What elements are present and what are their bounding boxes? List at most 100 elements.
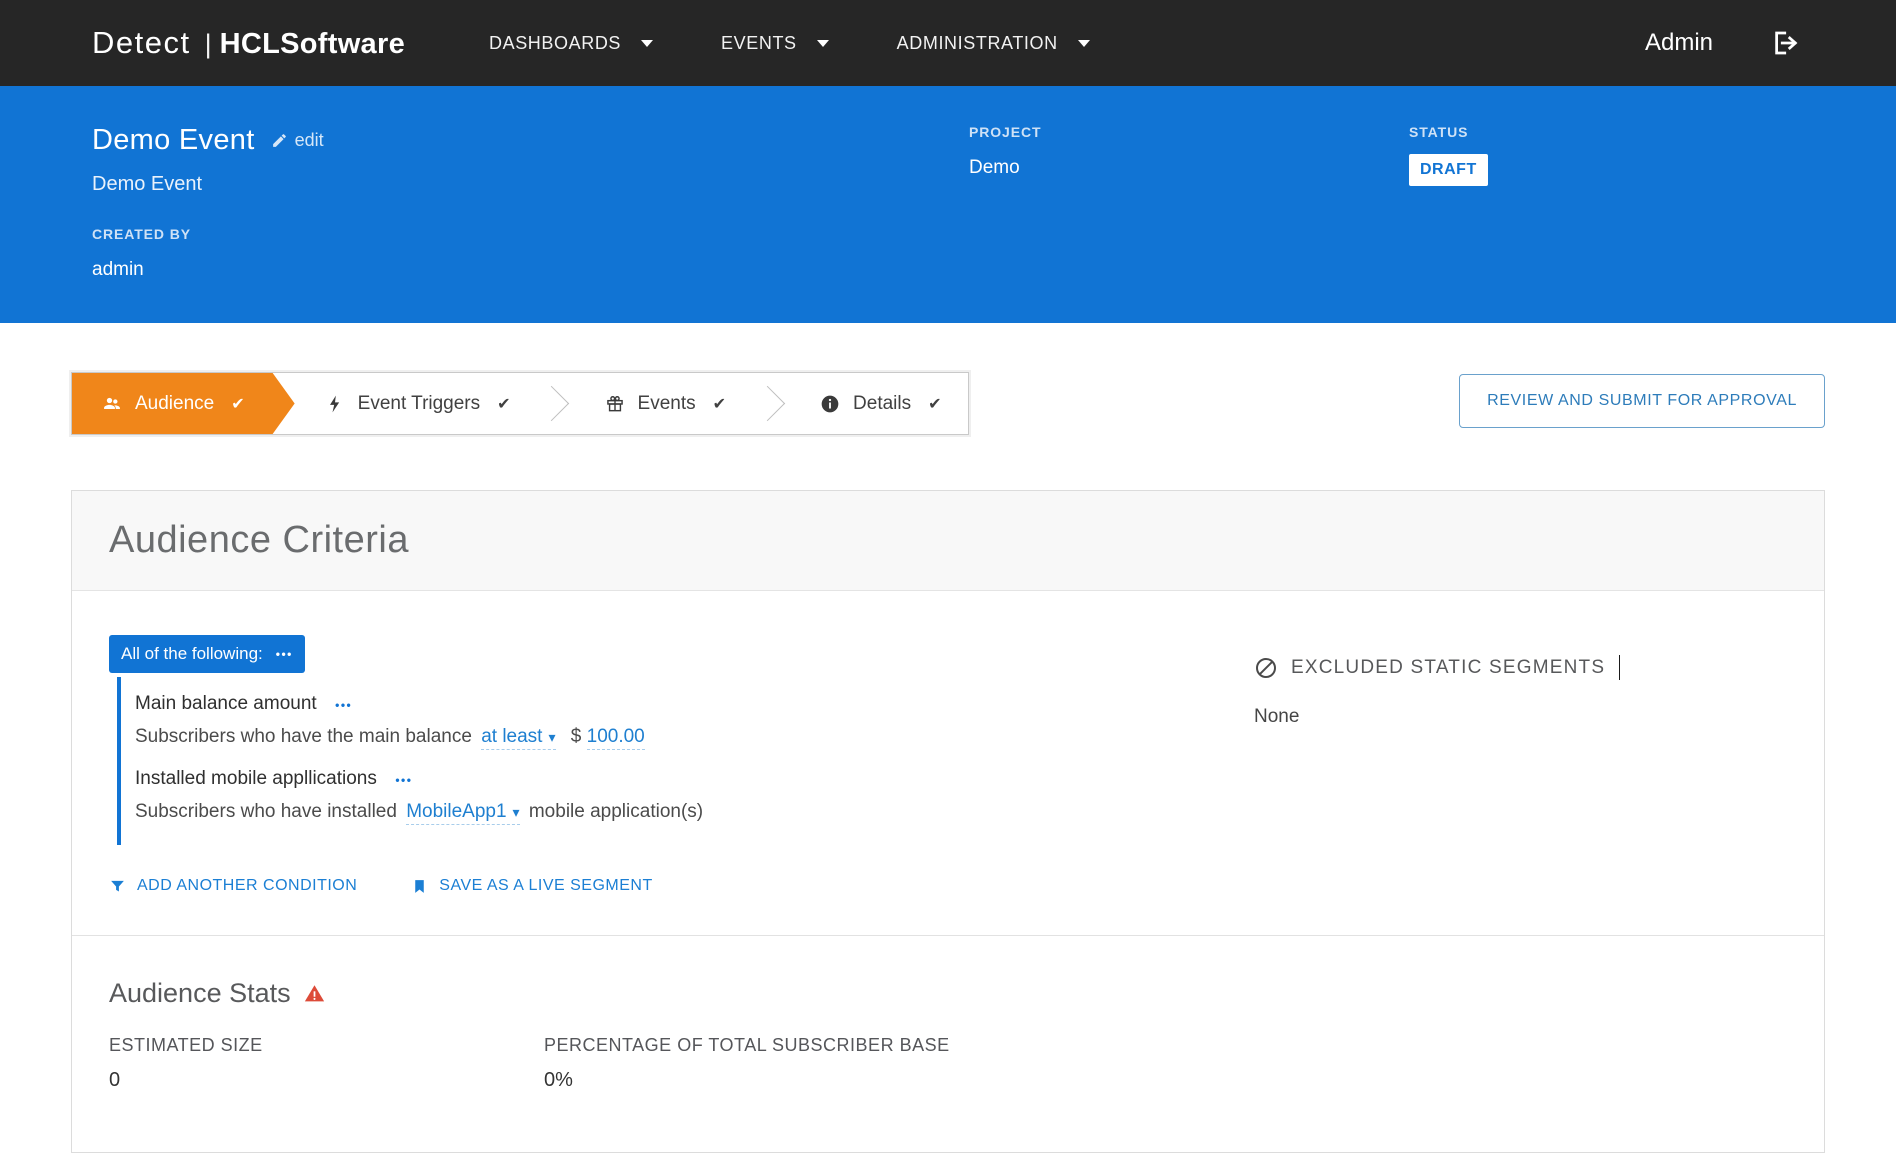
nav-administration[interactable]: ADMINISTRATION [863,33,1124,54]
check-icon: ✔ [497,394,510,414]
check-icon: ✔ [928,394,941,414]
created-by-label: CREATED BY [92,226,969,242]
created-by-value: admin [92,259,969,281]
more-options-icon[interactable]: ••• [335,698,352,712]
status-label: STATUS [1409,124,1488,140]
chevron-down-icon [1078,40,1090,47]
audience-card: Audience Criteria All of the following: … [71,490,1825,1153]
info-icon [820,394,840,414]
group-label: All of the following: [121,644,263,664]
top-navbar: Detect | HCLSoftware DASHBOARDS EVENTS A… [0,0,1896,86]
nav-events-label: EVENTS [721,33,797,54]
criteria-builder: All of the following: ••• Main balance a… [109,635,1254,935]
currency-symbol: $ [571,726,582,747]
filter-icon [109,878,126,895]
nav-events[interactable]: EVENTS [687,33,863,54]
wizard-toolbar: Audience ✔ Event Triggers ✔ [71,372,1825,435]
brand-separator: | [205,29,212,60]
check-icon: ✔ [713,394,726,414]
event-subtitle: Demo Event [92,173,969,196]
chevron-down-icon: ▾ [548,729,555,745]
brand-logo[interactable]: Detect | HCLSoftware [92,25,405,61]
condition-text-before: Subscribers who have the main balance [135,726,472,747]
step-separator-icon [537,373,579,434]
tab-details-label: Details [853,393,911,415]
edit-label: edit [295,130,324,151]
status-block: STATUS DRAFT [1409,124,1488,323]
estimated-size-value: 0 [109,1069,544,1092]
save-live-segment-label: SAVE AS A LIVE SEGMENT [439,877,652,895]
review-submit-button[interactable]: REVIEW AND SUBMIT FOR APPROVAL [1459,374,1825,428]
audience-stats-section: Audience Stats ESTIMATED SIZE 0 PERCENTA… [72,935,1824,1152]
main-nav: DASHBOARDS EVENTS ADMINISTRATION [455,33,1124,54]
more-options-icon[interactable]: ••• [276,647,293,661]
wizard-steps: Audience ✔ Event Triggers ✔ [71,372,969,435]
excluded-segments-panel: EXCLUDED STATIC SEGMENTS None [1254,635,1787,935]
chevron-down-icon: ▾ [513,804,520,820]
logout-icon[interactable] [1771,28,1801,58]
tab-events-label: Events [638,393,696,415]
tab-details[interactable]: Details ✔ [794,373,967,434]
navbar-right: Admin [1645,28,1801,58]
condition-text-before: Subscribers who have installed [135,801,397,822]
tab-event-triggers-label: Event Triggers [358,393,481,415]
app-dropdown[interactable]: MobileApp1▾ [406,801,519,825]
page-title: Demo Event [92,124,255,157]
percentage-stat: PERCENTAGE OF TOTAL SUBSCRIBER BASE 0% [544,1035,950,1092]
project-label: PROJECT [969,124,1409,140]
percentage-value: 0% [544,1069,950,1092]
condition-sentence: Subscribers who have installed MobileApp… [135,801,1254,823]
condition-row: Installed mobile appllications ••• Subsc… [135,768,1254,823]
excluded-segments-value: None [1254,706,1787,728]
brand-company: HCLSoftware [220,28,405,61]
event-header: Demo Event edit Demo Event CREATED BY ad… [0,86,1896,323]
nav-dashboards-label: DASHBOARDS [489,33,621,54]
text-cursor [1619,655,1620,680]
percentage-label: PERCENTAGE OF TOTAL SUBSCRIBER BASE [544,1035,950,1056]
amount-value[interactable]: 100.00 [587,726,645,750]
pencil-icon [271,132,288,149]
gift-icon [605,394,625,414]
condition-row: Main balance amount ••• Subscribers who … [135,693,1254,748]
bookmark-icon [411,878,428,895]
tab-event-triggers[interactable]: Event Triggers ✔ [299,373,537,434]
project-value: Demo [969,157,1409,179]
save-live-segment-button[interactable]: SAVE AS A LIVE SEGMENT [411,877,652,895]
condition-text-after: mobile application(s) [529,801,703,822]
condition-sentence: Subscribers who have the main balance at… [135,726,1254,748]
tab-events[interactable]: Events ✔ [579,373,753,434]
event-title-block: Demo Event edit Demo Event CREATED BY ad… [92,124,969,323]
brand-detect: Detect [92,25,191,61]
condition-name: Main balance amount [135,693,317,714]
condition-group-chip[interactable]: All of the following: ••• [109,635,305,673]
condition-list: Main balance amount ••• Subscribers who … [117,677,1254,845]
estimated-size-stat: ESTIMATED SIZE 0 [109,1035,544,1092]
estimated-size-label: ESTIMATED SIZE [109,1035,544,1056]
audience-stats-title: Audience Stats [109,978,291,1009]
chevron-down-icon [817,40,829,47]
criteria-actions: ADD ANOTHER CONDITION SAVE AS A LIVE SEG… [109,877,1254,895]
edit-title-button[interactable]: edit [271,130,324,151]
add-condition-button[interactable]: ADD ANOTHER CONDITION [109,877,357,895]
lightning-icon [325,394,345,414]
step-separator-icon [752,373,794,434]
nav-dashboards[interactable]: DASHBOARDS [455,33,687,54]
card-header: Audience Criteria [72,491,1824,591]
tab-audience-label: Audience [135,393,214,415]
check-icon: ✔ [231,394,244,414]
nav-administration-label: ADMINISTRATION [897,33,1058,54]
operator-dropdown[interactable]: at least▾ [481,726,555,750]
status-badge: DRAFT [1409,154,1488,186]
more-options-icon[interactable]: ••• [395,773,412,787]
add-condition-label: ADD ANOTHER CONDITION [137,877,357,895]
project-block: PROJECT Demo [969,124,1409,323]
chevron-down-icon [641,40,653,47]
warning-icon [304,983,325,1004]
audience-criteria-title: Audience Criteria [109,519,1787,562]
condition-name: Installed mobile appllications [135,768,377,789]
no-entry-icon [1254,656,1278,680]
user-menu[interactable]: Admin [1645,29,1713,57]
excluded-segments-label: EXCLUDED STATIC SEGMENTS [1291,657,1605,679]
tab-audience[interactable]: Audience ✔ [72,373,295,434]
people-icon [102,394,122,414]
